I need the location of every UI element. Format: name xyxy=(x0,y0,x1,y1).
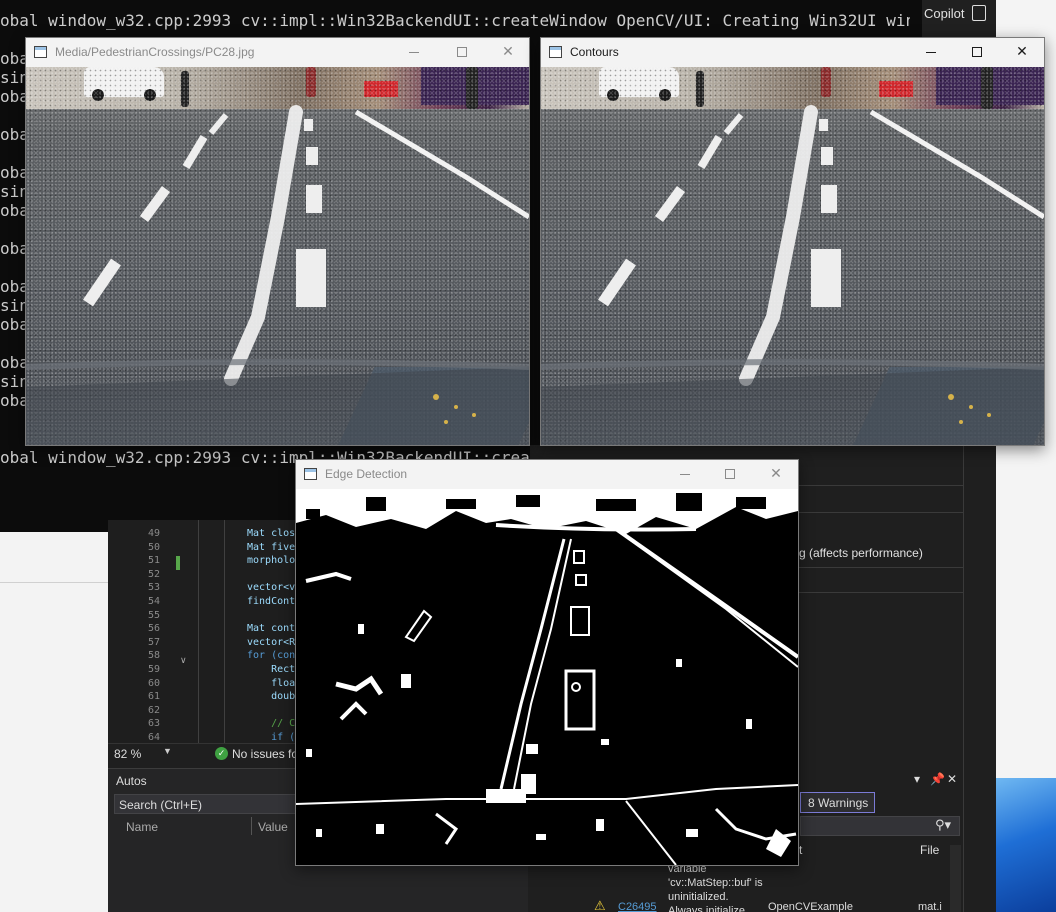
diagnostics-option[interactable]: g (affects performance) xyxy=(799,546,923,560)
error-list-header: ▾ 📌 ✕ xyxy=(796,770,964,790)
window-titlebar[interactable]: Edge Detection ✕ xyxy=(296,460,798,489)
line-number: 51 xyxy=(147,555,160,567)
minimize-button[interactable] xyxy=(911,40,951,65)
warnings-filter-button[interactable]: 8 Warnings xyxy=(800,792,875,813)
error-list-scrollbar[interactable] xyxy=(950,845,961,912)
maximize-button[interactable] xyxy=(957,40,997,65)
line-number: 60 xyxy=(147,677,160,689)
original-image-window[interactable]: Media/PedestrianCrossings/PC28.jpg ✕ xyxy=(25,37,530,446)
copilot-label: Copilot xyxy=(924,6,965,21)
window-title: Contours xyxy=(570,45,619,59)
edge-detection-window[interactable]: Edge Detection ✕ xyxy=(295,459,799,866)
minimize-icon xyxy=(409,51,419,53)
code-line[interactable]: Mat clos xyxy=(247,528,295,539)
minimize-icon xyxy=(926,51,936,53)
code-line[interactable]: Mat cont xyxy=(247,623,295,634)
column-name[interactable]: Name xyxy=(126,820,158,834)
minimize-button[interactable] xyxy=(665,462,705,487)
left-white-panel xyxy=(0,532,108,912)
minimize-icon xyxy=(680,473,690,475)
zoom-level[interactable]: 82 % xyxy=(114,747,141,761)
line-number: 63 xyxy=(147,718,160,730)
line-number: 53 xyxy=(147,582,160,594)
column-value[interactable]: Value xyxy=(258,820,288,834)
close-button[interactable]: ✕ xyxy=(756,462,796,487)
window-title: Edge Detection xyxy=(325,467,408,481)
maximize-icon xyxy=(457,47,467,57)
warning-icon: ⚠ xyxy=(594,899,606,912)
error-code-link[interactable]: C26495 xyxy=(618,901,657,912)
line-number: 59 xyxy=(147,664,160,675)
line-number: 55 xyxy=(147,609,160,621)
close-button[interactable]: ✕ xyxy=(488,40,528,65)
code-line[interactable]: doub xyxy=(247,691,295,702)
line-number: 52 xyxy=(147,568,160,580)
contours-image xyxy=(541,67,1044,445)
editor-gutter: 49 50 51 52 53 54 55 56 57 58 59 60 61 62 63 64 xyxy=(108,520,208,745)
pin-icon[interactable]: 📌 xyxy=(930,772,945,786)
maximize-icon xyxy=(972,47,982,57)
fold-chevron-icon[interactable]: ∨ xyxy=(180,656,187,666)
opencv-window-icon xyxy=(304,468,317,480)
line-number: 61 xyxy=(147,691,160,703)
error-file: mat.i xyxy=(918,901,942,912)
search-icon: ⚲▾ xyxy=(935,818,952,833)
line-number: 50 xyxy=(147,541,160,553)
code-line[interactable]: Mat five xyxy=(247,542,295,553)
pin-dropdown-icon[interactable]: ▾ xyxy=(914,772,920,786)
code-line[interactable]: floa xyxy=(247,678,295,689)
window-titlebar[interactable]: Contours ✕ xyxy=(541,38,1044,67)
warnings-label: 8 Warnings xyxy=(808,796,869,810)
code-line[interactable]: vector<v xyxy=(247,582,295,593)
issues-status[interactable]: No issues fou xyxy=(232,747,305,761)
error-project: OpenCVExample xyxy=(768,901,853,912)
desktop-wallpaper xyxy=(996,778,1056,912)
close-icon: ✕ xyxy=(770,466,782,482)
error-list-search[interactable]: ⚲▾ xyxy=(800,816,960,836)
close-button[interactable]: ✕ xyxy=(1002,40,1042,65)
minimize-button[interactable] xyxy=(394,40,434,65)
window-title: Media/PedestrianCrossings/PC28.jpg xyxy=(55,45,255,59)
line-number: 57 xyxy=(147,636,160,648)
column-file[interactable]: File xyxy=(920,843,939,857)
close-icon: ✕ xyxy=(502,44,514,60)
code-line[interactable]: vector<R xyxy=(247,637,295,648)
line-number: 62 xyxy=(147,704,160,716)
code-line[interactable]: for (con xyxy=(247,650,295,661)
copilot-icon xyxy=(972,5,986,21)
contours-window[interactable]: Contours ✕ xyxy=(540,37,1045,446)
console-line: obal window_w32.cpp:2993 cv::impl::Win32… xyxy=(0,11,922,30)
maximize-button[interactable] xyxy=(442,40,482,65)
autos-title[interactable]: Autos xyxy=(116,774,147,788)
code-line[interactable]: Rect xyxy=(247,664,295,675)
code-line[interactable]: morpholo xyxy=(247,555,295,566)
edge-image xyxy=(296,489,798,865)
line-number: 64 xyxy=(147,732,160,743)
zoom-dropdown-icon[interactable]: ▼ xyxy=(163,746,172,756)
code-line[interactable]: // C xyxy=(247,718,295,729)
original-image xyxy=(26,67,529,445)
line-number: 49 xyxy=(147,528,160,539)
check-icon: ✓ xyxy=(215,747,228,760)
code-line[interactable]: findCont xyxy=(247,596,295,607)
autos-search-placeholder: Search (Ctrl+E) xyxy=(119,798,203,812)
maximize-icon xyxy=(725,469,735,479)
line-number: 58 xyxy=(147,650,160,662)
error-message: variable 'cv::MatStep::buf' is uninitial… xyxy=(668,863,763,912)
opencv-window-icon xyxy=(34,46,47,58)
window-titlebar[interactable]: Media/PedestrianCrossings/PC28.jpg ✕ xyxy=(26,38,529,67)
line-number: 56 xyxy=(147,623,160,635)
close-panel-icon[interactable]: ✕ xyxy=(947,772,957,786)
maximize-button[interactable] xyxy=(710,462,750,487)
column-project[interactable]: t xyxy=(799,843,802,857)
change-indicator xyxy=(176,556,180,570)
opencv-window-icon xyxy=(549,46,562,58)
close-icon: ✕ xyxy=(1016,44,1028,60)
line-number: 54 xyxy=(147,596,160,607)
code-line[interactable]: if ( xyxy=(247,732,295,743)
